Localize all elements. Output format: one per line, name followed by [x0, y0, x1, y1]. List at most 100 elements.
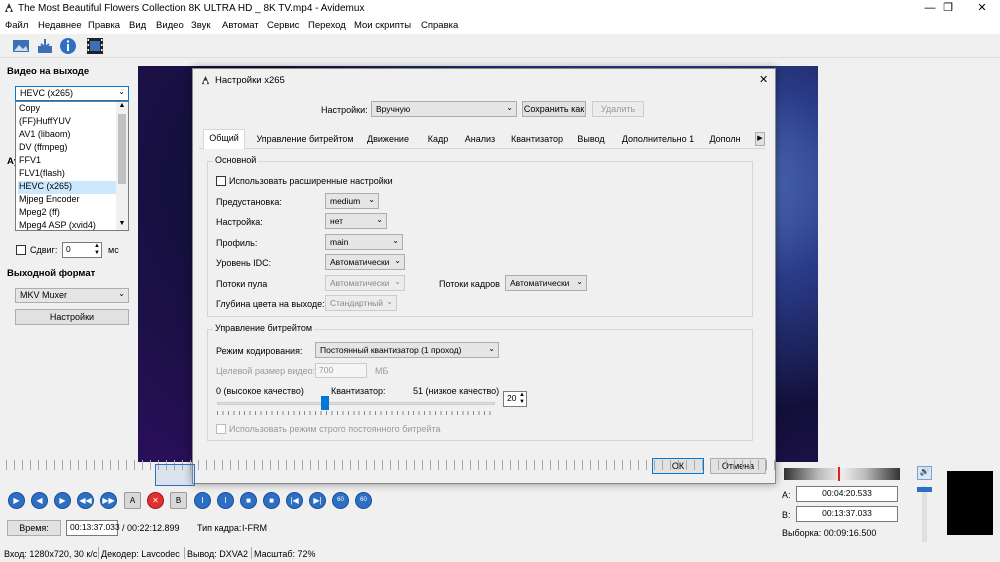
status-output: Вывод: DXVA2 [187, 549, 249, 559]
delete-selection-button[interactable]: ✕ [147, 492, 164, 509]
tab-analysis[interactable]: Анализ [461, 131, 499, 148]
go-end-button[interactable]: ▶| [309, 492, 326, 509]
menu-auto[interactable]: Автомат [222, 20, 259, 31]
tab-scroll-right-icon[interactable]: ▶ [755, 132, 765, 146]
idc-select[interactable]: Автоматически ⌄ [325, 254, 405, 270]
maximize-button[interactable]: ❐ [934, 0, 962, 17]
tab-quantizer[interactable]: Квантизатор [507, 131, 567, 148]
play-button[interactable]: ▶ [8, 492, 25, 509]
pool-threads-select[interactable]: Автоматически ⌄ [325, 275, 405, 291]
menu-view[interactable]: Вид [129, 20, 146, 31]
info-icon[interactable] [59, 37, 77, 55]
volume-icon[interactable]: 🔊 [917, 466, 932, 480]
target-size-input[interactable]: 700 [315, 363, 367, 378]
tab-output[interactable]: Вывод [575, 131, 607, 148]
strict-cbr-checkbox[interactable] [216, 424, 226, 434]
window-title: The Most Beautiful Flowers Collection 8K… [18, 3, 365, 14]
list-item[interactable]: FLV1(flash) [18, 168, 118, 181]
next-frame-button[interactable]: ▶ [54, 492, 71, 509]
quantizer-slider-thumb[interactable] [321, 396, 330, 410]
scroll-down-icon[interactable]: ▼ [116, 220, 128, 230]
volume-slider-thumb[interactable] [917, 487, 932, 492]
timeline-selection[interactable] [155, 464, 195, 486]
marker-b-label: B: [782, 510, 791, 520]
menu-scripts[interactable]: Мои скрипты [354, 20, 411, 31]
scroll-up-icon[interactable]: ▲ [116, 102, 128, 112]
list-item[interactable]: Mpeg2 (ff) [18, 207, 118, 220]
save-as-button[interactable]: Сохранить как [522, 101, 586, 117]
list-item[interactable]: AV1 (libaom) [18, 129, 118, 142]
video-codec-select[interactable]: HEVC (x265) ⌄ [15, 86, 129, 101]
dialog-close-button[interactable]: ✕ [759, 73, 768, 86]
quantizer-spinbox[interactable]: 20 ▲ ▼ [503, 391, 527, 407]
list-item[interactable]: FFV1 [18, 155, 118, 168]
menu-recent[interactable]: Недавнее [38, 20, 82, 31]
video-codec-value: HEVC (x265) [20, 88, 74, 98]
tab-motion[interactable]: Движение [365, 131, 411, 148]
next-black-button[interactable]: ■ [263, 492, 280, 509]
frame-threads-select[interactable]: Автоматически ⌄ [505, 275, 587, 291]
list-item[interactable]: Copy [18, 103, 118, 116]
menu-audio[interactable]: Звук [191, 20, 210, 31]
set-marker-a-button[interactable]: A [124, 492, 141, 509]
muxer-select[interactable]: MKV Muxer ⌄ [15, 288, 129, 303]
quantizer-ticks [217, 411, 495, 415]
list-scrollbar[interactable]: ▲ ▼ [116, 102, 128, 230]
go-marker-b-button[interactable]: I [217, 492, 234, 509]
shift-input[interactable]: 0 ▲ ▼ [62, 242, 102, 258]
preset-select[interactable]: Вручную ⌄ [371, 101, 517, 117]
delete-button[interactable]: Удалить [592, 101, 644, 117]
close-button[interactable]: ✕ [968, 0, 996, 17]
tab-advanced1[interactable]: Дополнительно 1 [617, 131, 699, 148]
spin-icon[interactable]: ▲ ▼ [94, 243, 100, 257]
save-video-icon[interactable] [36, 37, 54, 55]
current-time-field[interactable]: 00:13:37.033 [66, 520, 120, 536]
set-marker-b-button[interactable]: B [170, 492, 187, 509]
menu-help[interactable]: Справка [421, 20, 458, 31]
forward-60-button[interactable]: 60 [355, 492, 372, 509]
list-item[interactable]: (FF)HuffYUV [18, 116, 118, 129]
spin-icon[interactable]: ▲ ▼ [519, 392, 525, 406]
shift-checkbox[interactable] [16, 245, 26, 255]
muxer-settings-button[interactable]: Настройки [15, 309, 129, 325]
list-item[interactable]: Mpeg4 ASP (xvid4) [18, 220, 118, 230]
menu-bar: Файл Недавнее Правка Вид Видео Звук Авто… [0, 17, 1000, 34]
advanced-settings-checkbox[interactable] [216, 176, 226, 186]
list-item-selected[interactable]: HEVC (x265) [18, 181, 118, 194]
previous-keyframe-button[interactable]: ◀◀ [77, 492, 94, 509]
menu-go[interactable]: Переход [308, 20, 346, 31]
color-depth-select[interactable]: Стандартный ⌄ [325, 295, 397, 311]
encoding-mode-select[interactable]: Постоянный квантизатор (1 проход) ⌄ [315, 342, 499, 358]
tab-general[interactable]: Общий [203, 129, 245, 149]
menu-tools[interactable]: Сервис [267, 20, 300, 31]
codec-dropdown-list[interactable]: Copy (FF)HuffYUV AV1 (libaom) DV (ffmpeg… [15, 101, 129, 231]
go-start-button[interactable]: |◀ [286, 492, 303, 509]
menu-file[interactable]: Файл [5, 20, 28, 31]
scroll-thumb[interactable] [118, 114, 126, 184]
list-item[interactable]: Mjpeg Encoder [18, 194, 118, 207]
tab-frame[interactable]: Кадр [421, 131, 455, 148]
open-video-icon[interactable] [12, 37, 30, 55]
previous-black-button[interactable]: ■ [240, 492, 257, 509]
filmstrip-icon[interactable] [86, 37, 104, 55]
back-60-button[interactable]: 60 [332, 492, 349, 509]
previous-frame-button[interactable]: ◀ [31, 492, 48, 509]
jog-shuttle[interactable] [784, 468, 900, 480]
menu-edit[interactable]: Правка [88, 20, 120, 31]
profile-select[interactable]: main ⌄ [325, 234, 403, 250]
tune-select[interactable]: нет ⌄ [325, 213, 387, 229]
tab-ratecontrol[interactable]: Управление битрейтом [253, 131, 357, 148]
list-item[interactable]: DV (ffmpeg) [18, 142, 118, 155]
tab-advanced-more[interactable]: Дополн [705, 131, 745, 148]
x265-preset-select[interactable]: medium ⌄ [325, 193, 379, 209]
menu-video[interactable]: Видео [156, 20, 184, 31]
quantizer-slider-track[interactable] [217, 402, 495, 405]
volume-slider-track[interactable] [922, 486, 927, 542]
tune-label: Настройка: [216, 217, 263, 227]
next-keyframe-button[interactable]: ▶▶ [100, 492, 117, 509]
go-marker-a-button[interactable]: I [194, 492, 211, 509]
time-button[interactable]: Время: [7, 520, 61, 536]
strict-cbr-label: Использовать режим строго постоянного би… [229, 424, 441, 434]
chevron-down-icon: ⌄ [376, 215, 383, 224]
chevron-down-icon: ⌄ [386, 297, 393, 306]
